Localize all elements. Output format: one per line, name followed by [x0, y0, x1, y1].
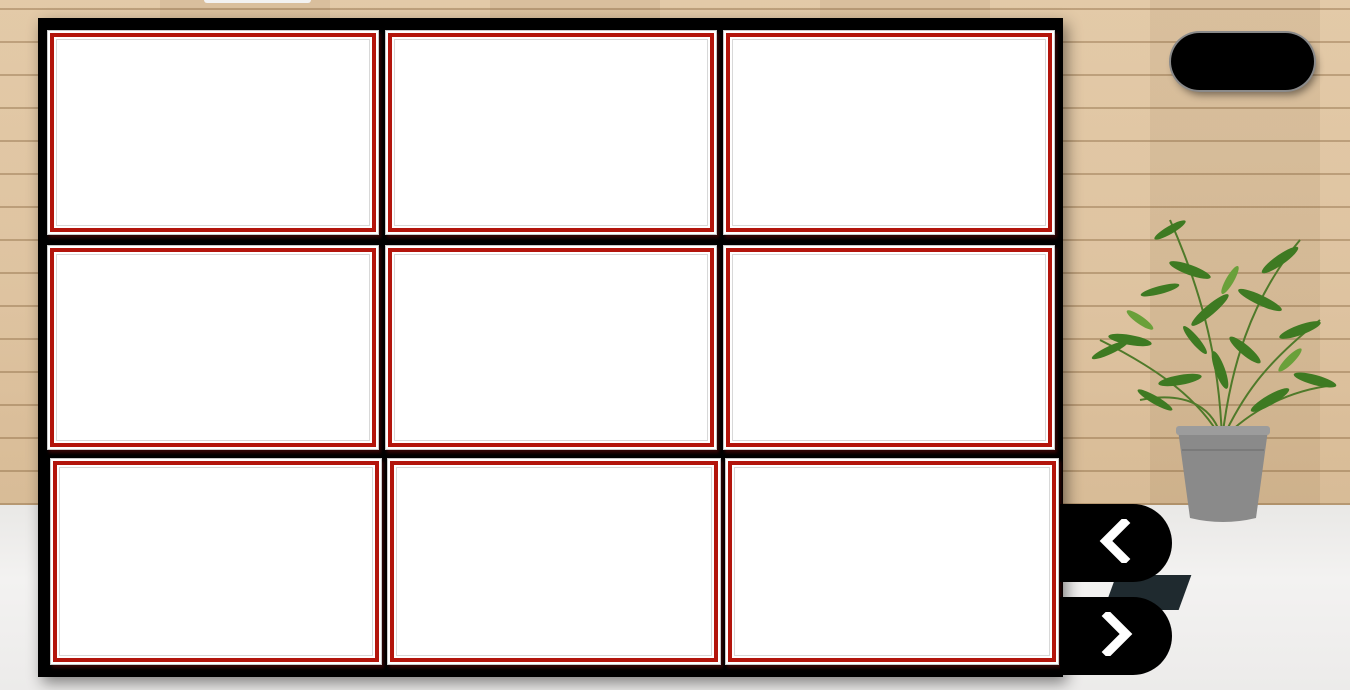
- chevron-left-icon: [1096, 516, 1136, 568]
- card-6[interactable]: [726, 248, 1052, 447]
- game-board: [38, 18, 1063, 677]
- next-button[interactable]: [1060, 597, 1172, 675]
- card-9[interactable]: [728, 461, 1056, 662]
- card-3[interactable]: [726, 33, 1052, 232]
- card-5[interactable]: [388, 248, 714, 447]
- card-2[interactable]: [388, 33, 714, 232]
- top-tab: [204, 0, 311, 3]
- chevron-right-icon: [1096, 609, 1136, 661]
- card-1[interactable]: [50, 33, 376, 232]
- card-8[interactable]: [390, 461, 718, 662]
- card-4[interactable]: [50, 248, 376, 447]
- prev-button[interactable]: [1060, 504, 1172, 582]
- card-7[interactable]: [53, 461, 379, 662]
- potted-plant-image: [1091, 219, 1337, 522]
- top-pill-button[interactable]: [1171, 33, 1314, 90]
